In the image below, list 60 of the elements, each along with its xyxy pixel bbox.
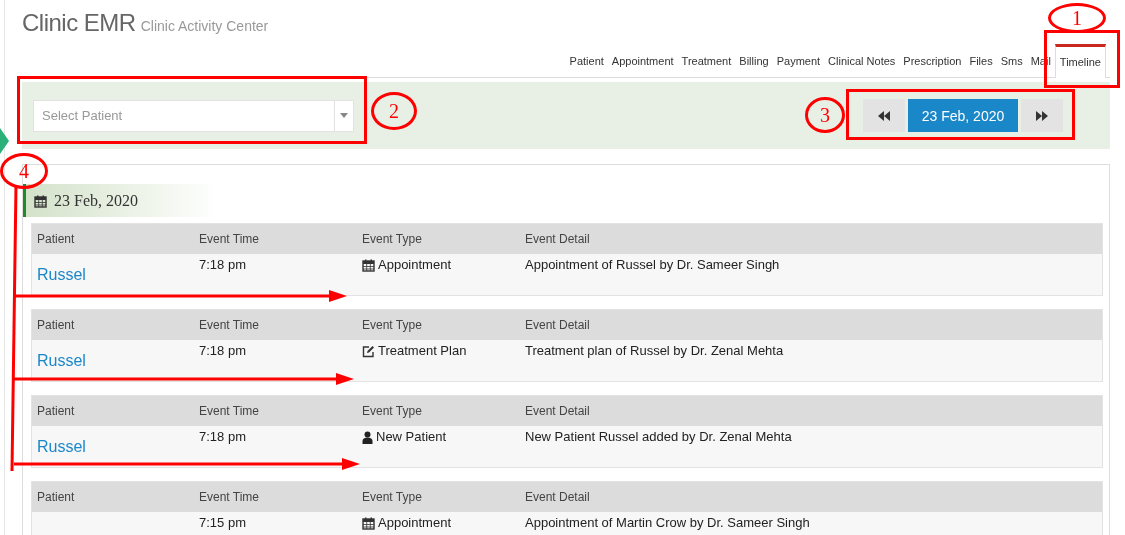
callout-number: 2 (371, 92, 417, 130)
patient-link[interactable]: Russel (37, 438, 86, 455)
callout-number: 1 (1048, 3, 1106, 33)
table-cell: 7:18 pm (194, 426, 357, 467)
user-icon (362, 431, 373, 444)
nav-tab[interactable]: Treatment (677, 55, 736, 77)
date-button[interactable]: 23 Feb, 2020 (908, 99, 1018, 132)
patient-link[interactable]: Russel (37, 266, 86, 283)
nav-tab[interactable]: Clinical Notes (824, 55, 900, 77)
nav-tab[interactable]: Timeline (1054, 44, 1106, 78)
patient-link[interactable]: Russel (37, 352, 86, 369)
calendar-icon (34, 195, 47, 208)
column-header: Event Detail (520, 310, 1102, 340)
table-cell: New Patient Russel added by Dr. Zenal Mehta (520, 426, 1102, 467)
edit-icon (362, 345, 375, 358)
column-header: Event Detail (520, 482, 1102, 512)
nav-tab[interactable]: Payment (772, 55, 825, 77)
table-cell: Treatment plan of Russel by Dr. Zenal Mehta (520, 340, 1102, 381)
app-title: Clinic EMR (22, 9, 136, 37)
event-type: New Patient (376, 429, 447, 444)
event-type: Appointment (378, 515, 451, 530)
column-header: Event Time (194, 396, 357, 426)
column-header: Event Time (194, 224, 357, 254)
previous-button[interactable] (863, 99, 905, 132)
nav-tab[interactable]: Billing (735, 55, 773, 77)
next-button[interactable] (1021, 99, 1063, 132)
nav-tab[interactable]: Prescription (899, 55, 966, 77)
callout-number: 4 (0, 153, 48, 189)
column-header: Event Detail (520, 224, 1102, 254)
nav-tab[interactable]: Patient (565, 55, 608, 77)
caret-icon (340, 113, 348, 118)
app-subtitle: Clinic Activity Center (140, 18, 269, 34)
triangle-icon (0, 128, 9, 154)
table-cell: 7:15 pm (194, 512, 357, 535)
calendar-icon (362, 517, 375, 530)
column-header: Patient (32, 310, 194, 340)
table-cell: 7:18 pm (194, 340, 357, 381)
column-header: Patient (32, 396, 194, 426)
callout-number: 3 (805, 97, 845, 133)
event-type: Appointment (378, 257, 451, 272)
table-cell: Appointment of Russel by Dr. Sameer Singh (520, 254, 1102, 295)
date-heading: 23 Feb, 2020 (54, 191, 138, 210)
column-header: Event Type (357, 396, 520, 426)
column-header: Event Time (194, 310, 357, 340)
nav-tab[interactable]: Appointment (607, 55, 678, 77)
double-left-icon (878, 110, 890, 121)
nav-tab[interactable]: Files (965, 55, 997, 77)
column-header: Event Type (357, 482, 520, 512)
event-type: Treatment Plan (378, 343, 467, 358)
column-header: Event Time (194, 482, 357, 512)
column-header: Event Detail (520, 396, 1102, 426)
table-cell: 7:18 pm (194, 254, 357, 295)
double-right-icon (1036, 110, 1048, 121)
nav-tab[interactable]: Sms (996, 55, 1027, 77)
column-header: Event Type (357, 224, 520, 254)
table-cell: Appointment of Martin Crow by Dr. Sameer Singh (520, 512, 1102, 535)
calendar-icon (362, 259, 375, 272)
column-header: Patient (32, 482, 194, 512)
column-header: Event Type (357, 310, 520, 340)
column-header: Patient (32, 224, 194, 254)
